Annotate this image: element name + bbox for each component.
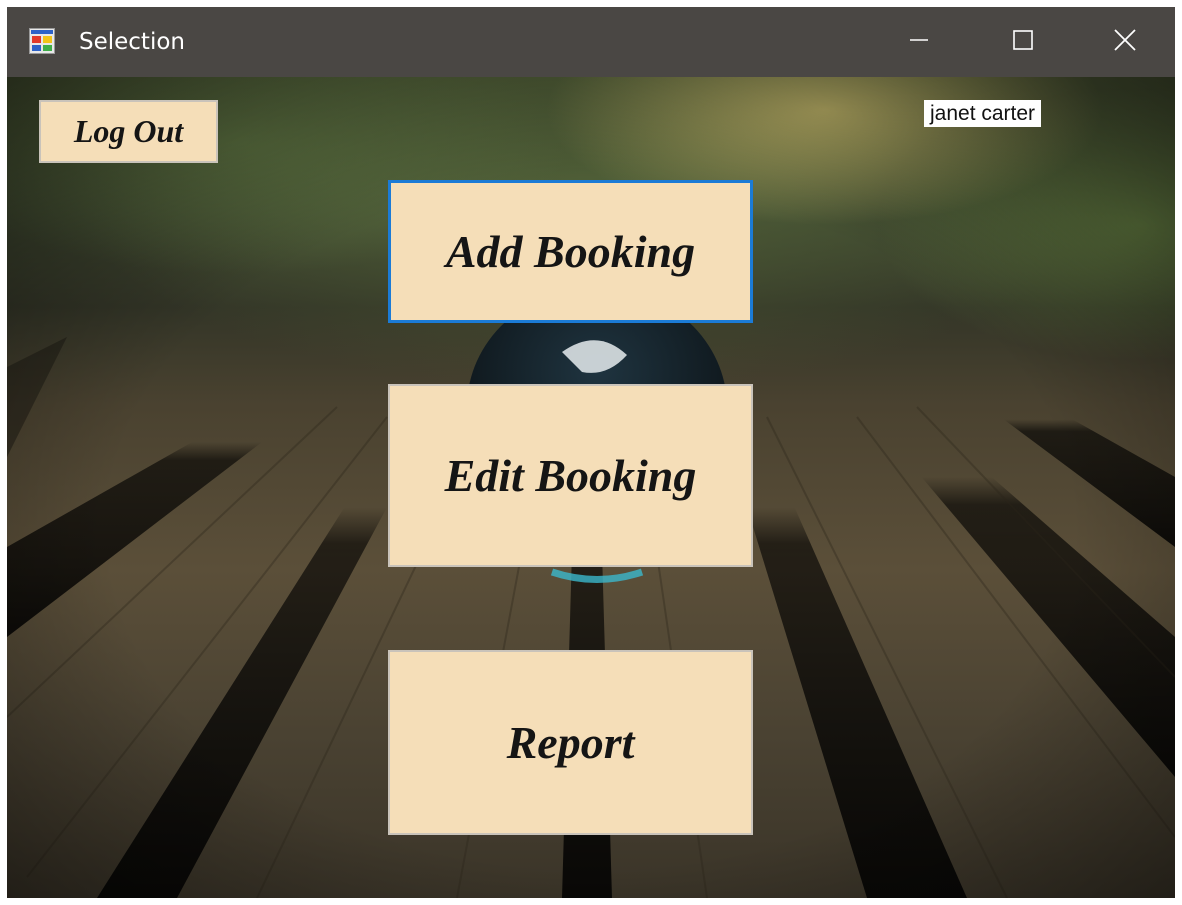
maximize-button[interactable] bbox=[971, 7, 1075, 77]
minimize-button[interactable] bbox=[867, 7, 971, 77]
title-bar[interactable]: Selection bbox=[7, 7, 1175, 77]
report-button[interactable]: Report bbox=[388, 650, 753, 835]
selection-window: Selection Log Out janet carter Add Booki… bbox=[7, 7, 1175, 898]
add-booking-button[interactable]: Add Booking bbox=[388, 180, 753, 323]
close-icon bbox=[1113, 28, 1137, 57]
log-out-button[interactable]: Log Out bbox=[39, 100, 218, 163]
edit-booking-button[interactable]: Edit Booking bbox=[388, 384, 753, 567]
window-title: Selection bbox=[79, 29, 185, 55]
username-label: janet carter bbox=[924, 100, 1042, 127]
minimize-icon bbox=[908, 29, 930, 56]
maximize-icon bbox=[1012, 29, 1034, 56]
close-button[interactable] bbox=[1075, 7, 1175, 77]
form-client-area: Log Out janet carter Add Booking Edit Bo… bbox=[7, 77, 1175, 898]
windows-form-icon bbox=[29, 28, 55, 54]
